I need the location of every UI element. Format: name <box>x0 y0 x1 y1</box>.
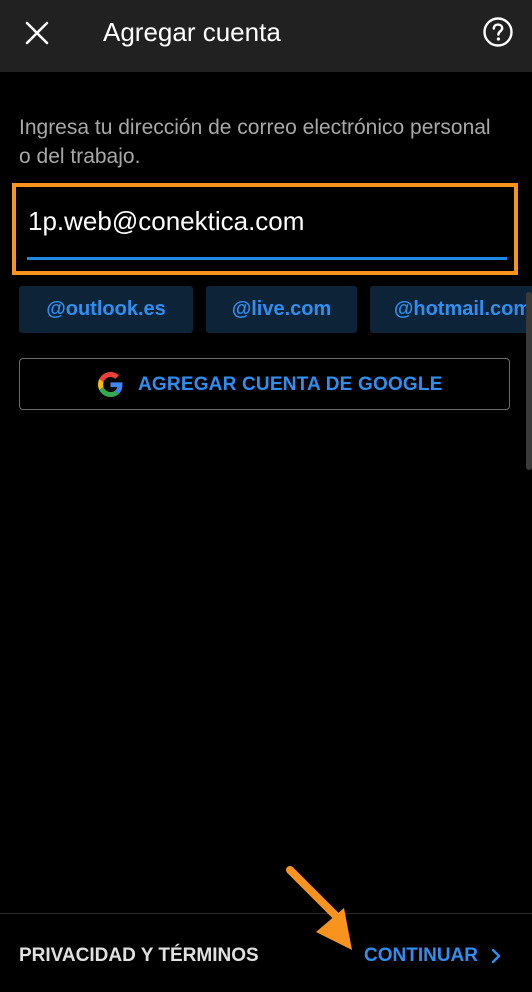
email-input[interactable] <box>27 197 508 245</box>
scrollbar[interactable] <box>526 292 532 470</box>
suggestion-live[interactable]: @live.com <box>206 286 357 333</box>
help-icon[interactable] <box>482 16 514 48</box>
orange-arrow-annotation <box>286 866 352 950</box>
app-header: Agregar cuenta <box>0 0 532 72</box>
suggestion-outlook[interactable]: @outlook.es <box>19 286 193 333</box>
chevron-right-icon[interactable] <box>490 947 502 965</box>
domain-suggestions: @outlook.es @live.com @hotmail.com <box>0 286 532 334</box>
suggestion-hotmail[interactable]: @hotmail.com <box>370 286 532 333</box>
google-icon <box>98 372 123 397</box>
close-icon[interactable] <box>22 18 52 48</box>
instructions-text: Ingresa tu dirección de correo electróni… <box>19 116 491 168</box>
footer-divider <box>0 913 532 914</box>
email-highlight-box <box>12 183 518 275</box>
privacy-terms-link[interactable]: PRIVACIDAD Y TÉRMINOS <box>19 944 259 968</box>
add-google-account-label: AGREGAR CUENTA DE GOOGLE <box>138 374 443 395</box>
page-title: Agregar cuenta <box>103 17 281 47</box>
continue-button[interactable]: CONTINUAR <box>364 944 478 968</box>
add-google-account-button[interactable]: AGREGAR CUENTA DE GOOGLE <box>19 358 510 410</box>
email-underline <box>27 257 507 260</box>
